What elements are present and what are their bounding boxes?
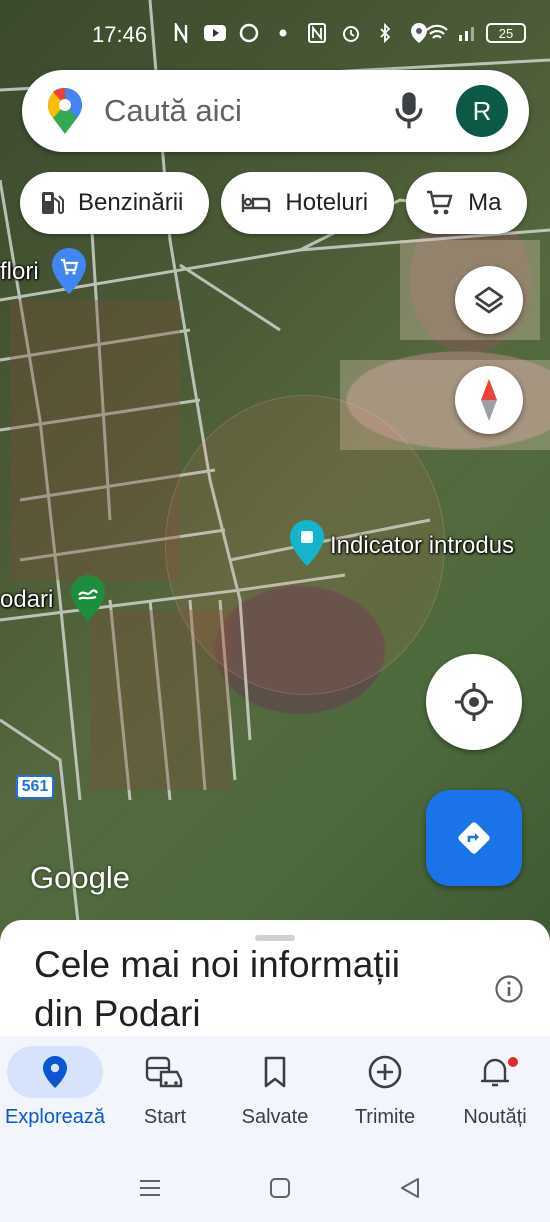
map-label-podari: odari <box>0 586 54 613</box>
nav-label: Noutăți <box>463 1106 527 1128</box>
dropped-pin-label: Indicator introdus <box>330 532 515 559</box>
nav-label: Trimite <box>354 1106 416 1128</box>
my-location-icon <box>455 683 493 721</box>
status-time: 17:46 <box>92 22 148 47</box>
back-icon[interactable] <box>398 1176 422 1200</box>
chip-label: Benzinării <box>78 189 184 216</box>
park-poi-marker[interactable] <box>71 575 105 626</box>
google-attribution: Google <box>30 860 130 895</box>
directions-icon <box>458 822 490 854</box>
commute-icon <box>145 1056 183 1088</box>
status-bar: 17:46 25 <box>0 0 550 64</box>
sheet-title: Cele mai noi informații din Podari <box>34 944 401 1034</box>
nfc-icon <box>306 22 328 44</box>
search-bar[interactable]: Caută aici R <box>22 70 529 152</box>
account-avatar[interactable]: R <box>456 85 508 137</box>
nav-saved[interactable]: Salvate <box>220 1036 330 1148</box>
recent-apps-icon[interactable] <box>138 1176 162 1200</box>
nav-updates[interactable]: Noutăți <box>440 1036 550 1148</box>
nav-contribute[interactable]: Trimite <box>330 1036 440 1148</box>
nav-label: Salvate <box>241 1106 309 1128</box>
my-location-button[interactable] <box>426 654 522 750</box>
alarm-icon <box>340 22 362 44</box>
wifi-icon <box>426 22 448 44</box>
gas-station-icon <box>42 192 64 214</box>
shopping-cart-pin-icon <box>52 248 86 294</box>
microphone-icon[interactable] <box>392 91 426 131</box>
home-icon[interactable] <box>268 1176 292 1200</box>
system-navigation-bar <box>0 1148 550 1222</box>
nav-start[interactable]: Start <box>110 1036 220 1148</box>
location-pin-icon <box>43 1056 67 1088</box>
layers-button[interactable] <box>455 266 523 334</box>
info-icon[interactable] <box>494 974 524 1004</box>
notification-dot <box>508 1057 518 1067</box>
directions-button[interactable] <box>426 790 522 886</box>
google-maps-logo-icon <box>48 88 82 134</box>
chip-shopping[interactable]: Ma <box>406 172 528 234</box>
layers-icon <box>474 286 504 314</box>
chip-hotels[interactable]: Hoteluri <box>221 172 395 234</box>
search-input[interactable]: Caută aici <box>104 93 392 129</box>
dropped-pin-marker[interactable] <box>290 520 324 571</box>
compass-icon <box>481 379 497 421</box>
park-pin-icon <box>71 575 105 621</box>
category-chips: Benzinării Hoteluri Ma <box>20 172 528 234</box>
opera-icon <box>238 22 260 44</box>
nav-label: Start <box>143 1106 187 1128</box>
chip-gas-stations[interactable]: Benzinării <box>20 172 210 234</box>
chip-label: Ma <box>468 189 502 216</box>
n-notification-icon <box>170 22 192 44</box>
shopping-poi-marker[interactable] <box>52 248 86 299</box>
add-circle-icon <box>368 1055 402 1089</box>
road-number-badge: 561 <box>16 775 54 799</box>
bed-icon <box>242 194 271 212</box>
dropped-pin-icon <box>290 520 324 566</box>
shopping-cart-icon <box>427 190 453 215</box>
nav-explore[interactable]: Explorează <box>0 1036 110 1148</box>
bottom-navigation: Explorează Start Salvate Trimite Noutăți <box>0 1036 550 1148</box>
bookmark-icon <box>264 1056 286 1088</box>
map-label-flori: flori <box>0 258 39 285</box>
chip-label: Hoteluri <box>285 189 369 216</box>
dot-icon <box>272 22 294 44</box>
explore-sheet[interactable]: Cele mai noi informații din Podari <box>0 920 550 1040</box>
battery-indicator: 25 <box>486 23 526 43</box>
nav-label: Explorează <box>4 1106 106 1128</box>
compass-button[interactable] <box>455 366 523 434</box>
youtube-icon <box>204 22 226 44</box>
bell-icon <box>481 1058 509 1087</box>
signal-icon <box>456 22 478 44</box>
bluetooth-icon <box>374 22 396 44</box>
